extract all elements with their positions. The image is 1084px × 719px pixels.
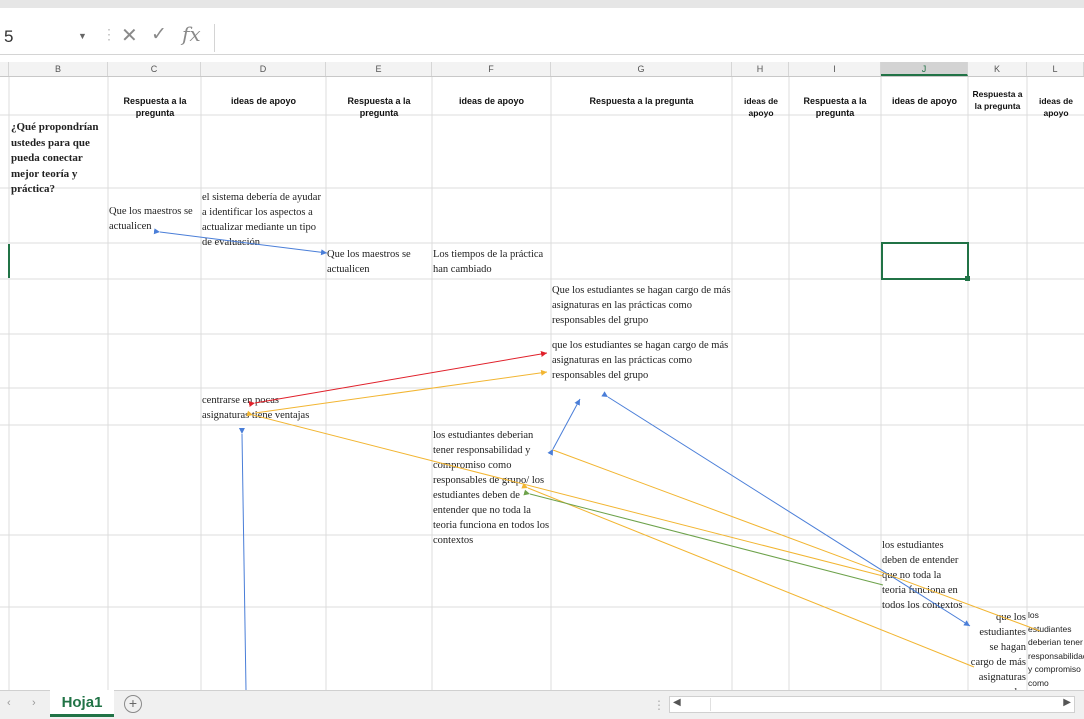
scrollbar-thumb[interactable] xyxy=(710,698,1031,711)
cancel-icon[interactable]: ✕ xyxy=(121,23,138,48)
arrow-f8-k10 xyxy=(521,482,975,668)
sheet-tab-hoja1[interactable]: Hoja1 xyxy=(50,690,114,717)
sheet-nav-prev-icon[interactable]: ‹ xyxy=(7,697,11,709)
formula-bar-separator: ⋮ xyxy=(102,26,116,42)
arrow-d7-j9 xyxy=(246,410,884,577)
formula-input[interactable] xyxy=(214,24,1084,52)
window-top-strip xyxy=(0,0,1084,8)
add-sheet-icon[interactable]: + xyxy=(124,695,142,713)
arrow-d7-down xyxy=(238,427,247,690)
arrow-g6-k10 xyxy=(601,391,971,627)
enter-check-icon[interactable]: ✓ xyxy=(151,23,167,46)
arrow-f8-l10 xyxy=(552,449,1041,632)
arrow-f8-g6 xyxy=(547,398,581,456)
name-box-dropdown-icon[interactable]: ▼ xyxy=(78,31,87,41)
tab-scroll-separator-icon[interactable]: ⋮ xyxy=(653,698,665,712)
insert-function-icon[interactable]: fx xyxy=(182,22,201,46)
formula-bar: 5 ▼ ⋮ ✕ ✓ fx xyxy=(0,8,1084,55)
sheet-nav-next-icon[interactable]: › xyxy=(32,697,36,709)
scroll-left-icon[interactable]: ◀ xyxy=(673,697,681,708)
name-box[interactable]: 5 ▼ xyxy=(0,25,92,52)
arrow-f8-j9-green xyxy=(523,489,884,586)
name-box-value[interactable]: 5 xyxy=(4,27,13,47)
sheet-tab-bar: ‹ › Hoja1 + ⋮ ◀ ▶ xyxy=(0,690,1084,719)
connector-arrows xyxy=(153,228,1041,690)
arrow-c3-e4 xyxy=(153,228,328,256)
horizontal-scrollbar[interactable]: ◀ ▶ xyxy=(669,696,1075,713)
worksheet-grid[interactable]: B C D E F G H I J K L Respuesta a la pre… xyxy=(0,54,1084,690)
scroll-right-icon[interactable]: ▶ xyxy=(1063,697,1071,708)
